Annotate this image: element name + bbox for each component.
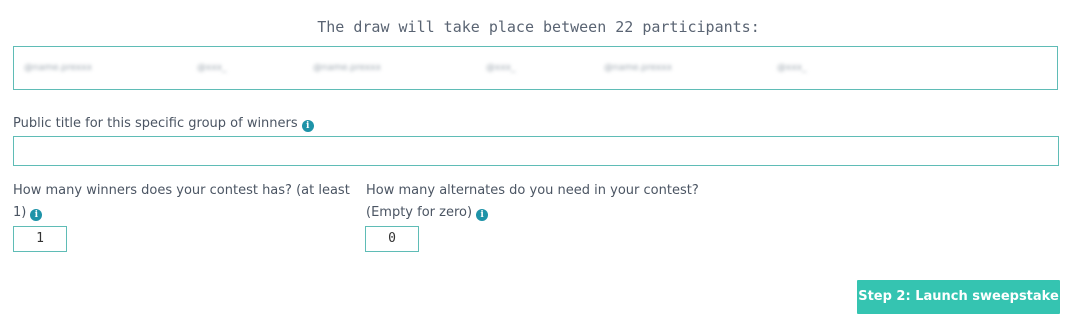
alternates-count-input[interactable]: 0: [365, 226, 419, 252]
info-icon[interactable]: i: [476, 209, 489, 221]
winners-count-input[interactable]: 1: [13, 226, 67, 252]
winners-label: How many winners does your contest has? …: [13, 181, 363, 222]
public-title-label-text: Public title for this specific group of …: [13, 116, 298, 131]
launch-sweepstake-button[interactable]: Step 2: Launch sweepstake: [857, 280, 1060, 314]
alternates-label-line2: (Empty for zero): [366, 205, 473, 220]
public-title-label: Public title for this specific group of …: [13, 114, 314, 133]
participant-tag: @name.prexxx: [313, 63, 381, 73]
info-icon[interactable]: i: [30, 209, 43, 221]
participants-heading: The draw will take place between 22 part…: [317, 18, 760, 36]
participant-tag: @xxx_: [486, 63, 516, 73]
winners-label-line1: How many winners does your contest has? …: [13, 183, 350, 198]
alternates-label-line1: How many alternates do you need in your …: [366, 183, 699, 198]
participant-tag: @name.prexxx: [604, 63, 672, 73]
participant-tag: @xxx_: [197, 63, 227, 73]
participant-tag: @xxx_: [777, 63, 807, 73]
info-icon[interactable]: i: [301, 120, 314, 132]
participant-tag: @name.prexxx: [24, 63, 92, 73]
public-title-input[interactable]: [13, 136, 1059, 166]
winners-label-line2: 1): [13, 205, 27, 220]
alternates-label: How many alternates do you need in your …: [366, 181, 746, 222]
participants-list: @name.prexxx @xxx_ @name.prexxx @xxx_ @n…: [13, 46, 1058, 90]
